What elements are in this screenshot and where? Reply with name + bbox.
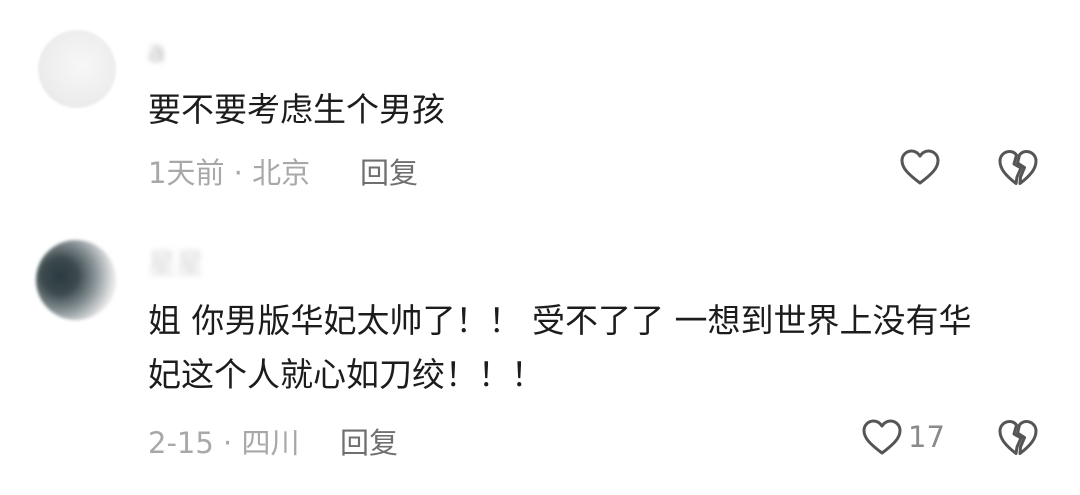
broken-heart-icon [998, 150, 1038, 185]
like-count: 17 [908, 420, 945, 454]
comment-text-line: 要不要考虑生个男孩 [148, 90, 445, 129]
reply-button[interactable]: 回复 [340, 420, 398, 462]
heart-outline-icon [900, 149, 940, 185]
dislike-button[interactable] [996, 416, 1040, 460]
like-button[interactable] [860, 416, 904, 460]
avatar[interactable] [38, 30, 116, 108]
reply-button[interactable]: 回复 [360, 150, 418, 192]
username[interactable]: 星星 [148, 242, 204, 282]
comment-text: 姐 你男版华妃太帅了！！ 受不了了 一想到世界上没有华 妃这个人就心如刀绞！！！ [148, 294, 971, 402]
comment-text-line: 妃这个人就心如刀绞！！！ [148, 355, 544, 394]
heart-outline-icon [862, 419, 902, 455]
comment-meta: 2-15 · 四川 [148, 426, 300, 460]
like-button[interactable] [898, 146, 942, 190]
comment-meta: 1天前 · 北京 [148, 156, 311, 190]
dislike-button[interactable] [996, 146, 1040, 190]
comment-text-line: 姐 你男版华妃太帅了！！ 受不了了 一想到世界上没有华 [148, 301, 972, 340]
broken-heart-icon [998, 420, 1038, 455]
username[interactable]: a [148, 35, 165, 68]
avatar[interactable] [36, 240, 116, 320]
comment-text: 要不要考虑生个男孩 [148, 83, 445, 137]
comment-list: a 要不要考虑生个男孩 1天前 · 北京 回复 星星 姐 你男版华妃太帅了！！ … [0, 0, 1080, 495]
